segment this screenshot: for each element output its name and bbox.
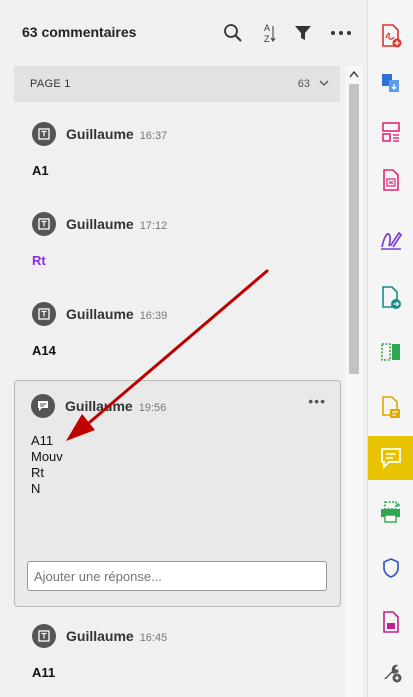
comment-text: A14: [32, 343, 56, 358]
share-icon[interactable]: [368, 276, 413, 320]
more-icon[interactable]: [328, 20, 354, 46]
scrollbar-thumb[interactable]: [349, 84, 359, 374]
comments-count-title: 63 commentaires: [22, 24, 137, 40]
comment-text: A11 Mouv Rt N: [31, 433, 63, 496]
comment-time: 17:12: [139, 220, 168, 232]
sticky-note-icon: [32, 624, 56, 648]
comment-icon[interactable]: [368, 436, 413, 480]
tools-rail: [367, 0, 413, 697]
comment-time: 16:45: [139, 632, 168, 644]
comment-text: A11: [32, 665, 56, 680]
comment-text: A1: [32, 163, 49, 178]
scroll-up-icon[interactable]: [349, 70, 359, 78]
compare-icon[interactable]: [368, 330, 413, 374]
search-icon[interactable]: [220, 20, 246, 46]
comment-item[interactable]: Guillaume 16:39 A14: [14, 298, 340, 368]
comment-item-selected[interactable]: Guillaume 19:56 ••• A11 Mouv Rt N: [14, 380, 341, 607]
comment-author: Guillaume 16:37: [66, 126, 168, 142]
comment-item[interactable]: Guillaume 16:37 A1: [14, 118, 340, 188]
comment-author: Guillaume 19:56: [65, 398, 167, 414]
comment-time: 19:56: [138, 402, 167, 414]
comment-author: Guillaume 17:12: [66, 216, 168, 232]
reply-input[interactable]: [27, 561, 327, 591]
compress-icon[interactable]: [368, 158, 413, 202]
sticky-note-icon: [32, 212, 56, 236]
svg-text:A: A: [264, 23, 270, 33]
svg-text:Z: Z: [264, 34, 270, 44]
create-pdf-icon[interactable]: [368, 14, 413, 58]
organize-pages-icon[interactable]: [368, 110, 413, 154]
comment-item[interactable]: Guillaume 16:45 A11: [14, 620, 340, 690]
comment-more-icon[interactable]: •••: [308, 393, 326, 409]
sort-az-icon[interactable]: AZ: [256, 20, 282, 46]
comment-author: Guillaume 16:39: [66, 306, 168, 322]
page-label: PAGE 1: [30, 78, 71, 90]
protect-icon[interactable]: [368, 546, 413, 590]
sticky-note-icon: [32, 122, 56, 146]
comment-text: Rt: [32, 253, 46, 268]
comment-time: 16:37: [139, 130, 168, 142]
export-pdf-icon[interactable]: [368, 62, 413, 106]
more-tools-icon[interactable]: [368, 650, 413, 694]
page-comment-count: 63: [297, 78, 310, 90]
comments-header: 63 commentaires AZ: [0, 0, 367, 64]
comment-time: 16:39: [139, 310, 168, 322]
comment-item[interactable]: Guillaume 17:12 Rt: [14, 208, 340, 278]
fill-sign-icon[interactable]: [368, 218, 413, 262]
comments-panel: 63 commentaires AZ PAGE 1 63 Guillaume 16…: [0, 0, 367, 697]
edit-pdf-icon[interactable]: [368, 386, 413, 430]
stamp-icon[interactable]: [368, 600, 413, 644]
comment-author: Guillaume 16:45: [66, 628, 168, 644]
filter-icon[interactable]: [290, 20, 316, 46]
sticky-note-icon: [32, 302, 56, 326]
print-production-icon[interactable]: [368, 490, 413, 534]
comment-bubble-icon: [31, 394, 55, 418]
chevron-down-icon[interactable]: [318, 77, 330, 89]
page-group-header[interactable]: PAGE 1 63: [14, 66, 340, 102]
